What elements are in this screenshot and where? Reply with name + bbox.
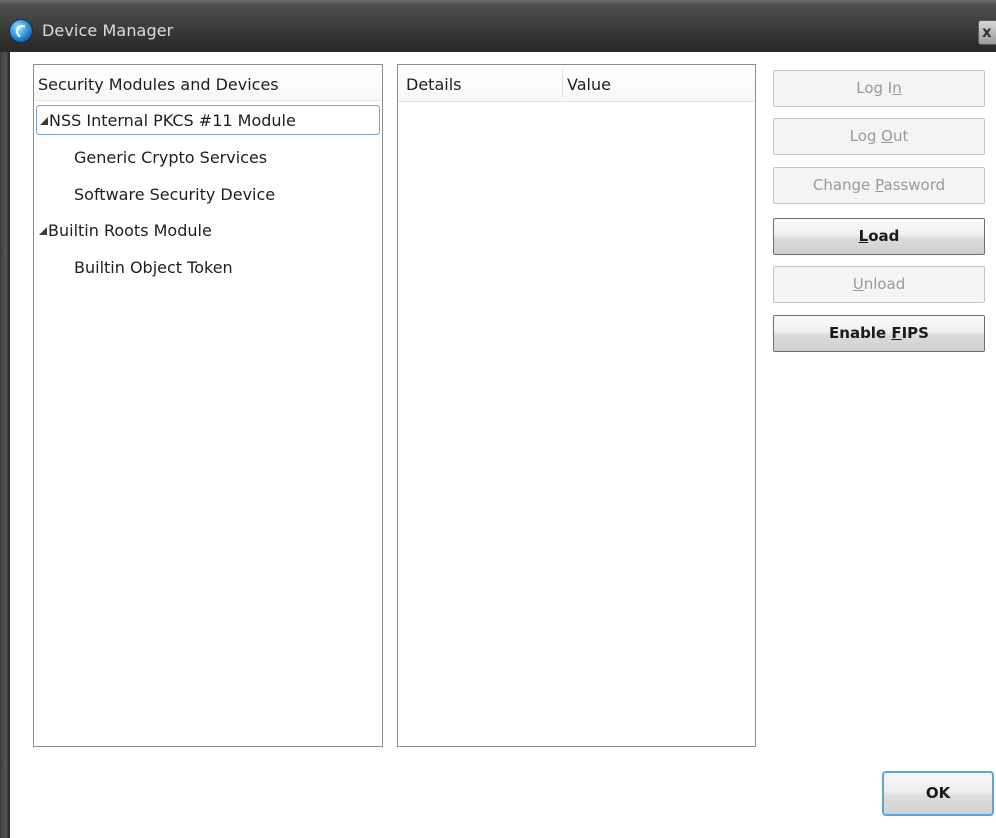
- accelerator-key: U: [852, 275, 864, 293]
- button-label: ut: [892, 127, 909, 145]
- button-label: Log I: [856, 79, 893, 97]
- app-icon: [10, 20, 32, 42]
- security-modules-tree[interactable]: Security Modules and Devices NSS Interna…: [33, 64, 383, 747]
- column-header-details[interactable]: Details: [402, 65, 562, 101]
- title-bar: Device Manager x: [0, 0, 996, 52]
- tree-item-generic-crypto-services[interactable]: Generic Crypto Services: [36, 143, 380, 173]
- column-divider[interactable]: [562, 69, 563, 97]
- column-header-value[interactable]: Value: [565, 65, 755, 101]
- button-label: nload: [863, 275, 906, 293]
- expand-triangle-icon[interactable]: [39, 226, 47, 235]
- tree-item-builtin-roots-module[interactable]: Builtin Roots Module: [36, 216, 380, 246]
- tree-item-label: NSS Internal PKCS #11 Module: [49, 111, 296, 130]
- unload-button[interactable]: Unload: [773, 266, 985, 303]
- accelerator-key: F: [891, 324, 902, 342]
- details-header-row: Details Value: [398, 65, 755, 102]
- button-label: IPS: [901, 324, 929, 342]
- close-button[interactable]: x: [978, 20, 996, 45]
- change-password-button[interactable]: Change Password: [773, 167, 985, 204]
- details-table[interactable]: Details Value: [397, 64, 756, 747]
- accelerator-key: O: [881, 127, 893, 145]
- button-label: Change: [812, 176, 876, 194]
- button-label: oad: [868, 227, 900, 245]
- window-frame-left: [0, 52, 10, 838]
- tree-item-label: Builtin Object Token: [74, 258, 233, 277]
- log-in-button[interactable]: Log In: [773, 70, 985, 107]
- load-button[interactable]: Load: [773, 218, 985, 255]
- tree-item-label: Software Security Device: [74, 185, 276, 204]
- tree-item-software-security-device[interactable]: Software Security Device: [36, 180, 380, 210]
- tree-item-label: Builtin Roots Module: [48, 221, 212, 240]
- tree-item-builtin-object-token[interactable]: Builtin Object Token: [36, 253, 380, 283]
- button-label: Enable: [829, 324, 892, 342]
- tree-item-nss-internal-module[interactable]: NSS Internal PKCS #11 Module: [36, 105, 380, 135]
- expand-triangle-icon[interactable]: [40, 116, 48, 125]
- enable-fips-button[interactable]: Enable FIPS: [773, 315, 985, 352]
- accelerator-key: n: [892, 79, 902, 97]
- log-out-button[interactable]: Log Out: [773, 118, 985, 155]
- button-label: assword: [883, 176, 946, 194]
- window-title: Device Manager: [42, 21, 174, 40]
- button-label: Log: [849, 127, 882, 145]
- ok-button[interactable]: OK: [882, 771, 994, 816]
- accelerator-key: L: [858, 227, 869, 245]
- tree-item-label: Generic Crypto Services: [74, 148, 268, 167]
- tree-column-header[interactable]: Security Modules and Devices: [34, 65, 382, 101]
